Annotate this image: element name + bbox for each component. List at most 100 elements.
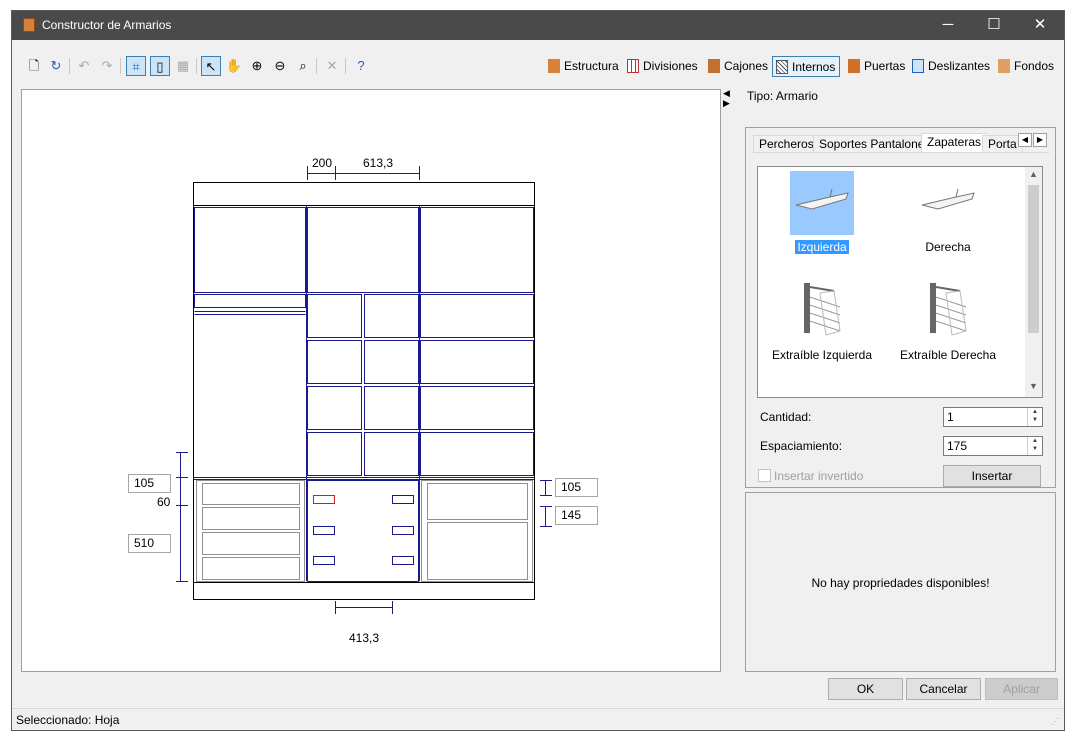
shoe-rack-list: Izquierda Derecha Extraíble Izquierda Ex… [757,166,1043,398]
checkbox-box[interactable] [758,469,771,483]
insertar-invertido-checkbox[interactable]: Insertar invertido [758,469,863,483]
espaciamiento-value: 175 [947,439,968,453]
dimension-label: 200 [312,156,333,170]
item-label: Derecha [925,240,971,254]
dimension-input[interactable]: 145 [555,506,598,525]
aplicar-button[interactable]: Aplicar [985,678,1058,700]
backs-icon [998,58,1010,73]
close-button[interactable]: ✕ [1017,11,1063,40]
zoom-in-icon[interactable]: ⊕ [247,56,267,76]
item-label: Extraíble Derecha [899,348,997,362]
internals-icon [776,59,788,74]
dimension-input[interactable]: 510 [128,534,171,553]
shoe-shelf-left-icon [790,171,854,235]
tab-fondos[interactable]: Fondos [995,56,1058,77]
delete-icon[interactable]: ✕ [322,56,342,76]
sliding-icon [912,58,924,73]
cancelar-button[interactable]: Cancelar [906,678,981,700]
tab-estructura[interactable]: Estructura [545,56,623,77]
scroll-down-icon[interactable]: ▼ [1025,381,1042,391]
minimize-button[interactable]: ─ [925,11,971,40]
toolbar-separator [345,58,346,74]
toolbar-separator [69,58,70,74]
list-item-extraible-izquierda[interactable]: Extraíble Izquierda [762,279,882,362]
stepper-arrows-icon[interactable]: ▲ ▼ [1027,437,1042,455]
tab-scroll-right-icon[interactable]: ▶ [1033,133,1047,147]
list-item-izquierda[interactable]: Izquierda [762,171,882,254]
grid-icon[interactable]: ▦ [173,56,193,76]
drawing-canvas[interactable]: 200 613,3 413,3 105 60 510 105 145 [21,89,721,672]
toolbar: 🗋 ↻ ↶ ↷ ⌗ ▯ ▦ ↖ ✋ ⊕ ⊖ ⌕ ✕ ? Estructura D… [12,53,1064,79]
tab-zapateras[interactable]: Zapateras [921,133,988,152]
tab-internos[interactable]: Internos [772,56,841,77]
toolbar-separator [120,58,121,74]
dimension-input[interactable]: 105 [128,474,171,493]
status-text: Seleccionado: Hoja [16,713,120,727]
item-label: Extraíble Izquierda [771,348,873,362]
shoe-shelf-right-icon [916,171,980,235]
auto-dimension-icon[interactable]: ⌗ [126,56,146,76]
item-label: Izquierda [795,240,849,254]
help-icon[interactable]: ? [351,56,371,76]
dimension-label: 60 [157,495,171,509]
refresh-icon[interactable]: ↻ [46,56,66,76]
tab-cajones[interactable]: Cajones [705,56,772,77]
list-item-derecha[interactable]: Derecha [888,171,1008,254]
properties-panel: No hay propriedades disponibles! [745,492,1056,672]
maximize-button[interactable]: ☐ [971,11,1017,40]
tab-label: Cajones [724,59,769,73]
redo-icon[interactable]: ↷ [97,56,117,76]
wardrobe-base [193,582,535,600]
espaciamiento-label: Espaciamiento: [760,439,843,453]
espaciamiento-stepper[interactable]: 175 ▲ ▼ [943,436,1043,456]
resize-grip-icon[interactable]: ⋰ [1051,717,1061,727]
list-scrollbar[interactable]: ▲ ▼ [1025,167,1042,397]
tab-puertas[interactable]: Puertas [845,56,909,77]
collapse-left-icon[interactable]: ◀ [723,88,733,98]
internals-panel: Percheros Soportes Pantalones Zapateras … [745,127,1056,488]
tab-scroll-left-icon[interactable]: ◀ [1018,133,1032,147]
zoom-out-icon[interactable]: ⊖ [270,56,290,76]
tab-label: Estructura [564,59,619,73]
wardrobe-drawing [176,166,552,614]
toolbar-separator [316,58,317,74]
fit-icon[interactable]: ▯ [150,56,170,76]
stepper-arrows-icon[interactable]: ▲ ▼ [1027,408,1042,426]
new-doc-icon[interactable]: 🗋 [24,56,44,76]
wardrobe-app-icon [23,18,35,32]
tab-divisiones[interactable]: Divisiones [624,56,702,77]
list-item-extraible-derecha[interactable]: Extraíble Derecha [888,279,1008,362]
tab-label: Puertas [864,59,906,73]
tab-label: Divisiones [643,59,698,73]
zoom-fit-icon[interactable]: ⌕ [293,56,313,76]
dimension-label: 613,3 [363,156,394,170]
doors-icon [848,58,860,73]
window-title: Constructor de Armarios [42,18,172,32]
cantidad-value: 1 [947,410,954,424]
tab-label: Internos [792,60,836,74]
dimension-input[interactable]: 105 [555,478,598,497]
pan-icon[interactable]: ✋ [224,56,244,76]
undo-icon[interactable]: ↶ [74,56,94,76]
pull-out-right-icon [916,279,980,343]
tab-percheros[interactable]: Percheros [753,135,820,152]
scroll-up-icon[interactable]: ▲ [1025,169,1042,179]
drawers-icon [708,58,720,73]
checkbox-label: Insertar invertido [774,469,864,483]
title-bar: Constructor de Armarios ─ ☐ ✕ [12,11,1064,40]
cantidad-label: Cantidad: [760,410,812,424]
insertar-button[interactable]: Insertar [943,465,1041,487]
tab-porta[interactable]: Porta [982,135,1023,152]
tab-label: Deslizantes [928,59,991,73]
scroll-thumb[interactable] [1028,185,1039,333]
no-properties-message: No hay propriedades disponibles! [811,576,990,590]
expand-right-icon[interactable]: ▶ [723,98,733,108]
panel-toggle[interactable]: ◀ ▶ [723,88,733,108]
dimension-label: 413,3 [349,631,380,645]
type-label: Tipo: Armario [747,89,818,103]
tab-soportes-pantalones[interactable]: Soportes Pantalones [813,135,937,152]
tab-deslizantes[interactable]: Deslizantes [909,56,994,77]
ok-button[interactable]: OK [828,678,903,700]
pointer-icon[interactable]: ↖ [201,56,221,76]
cantidad-stepper[interactable]: 1 ▲ ▼ [943,407,1043,427]
